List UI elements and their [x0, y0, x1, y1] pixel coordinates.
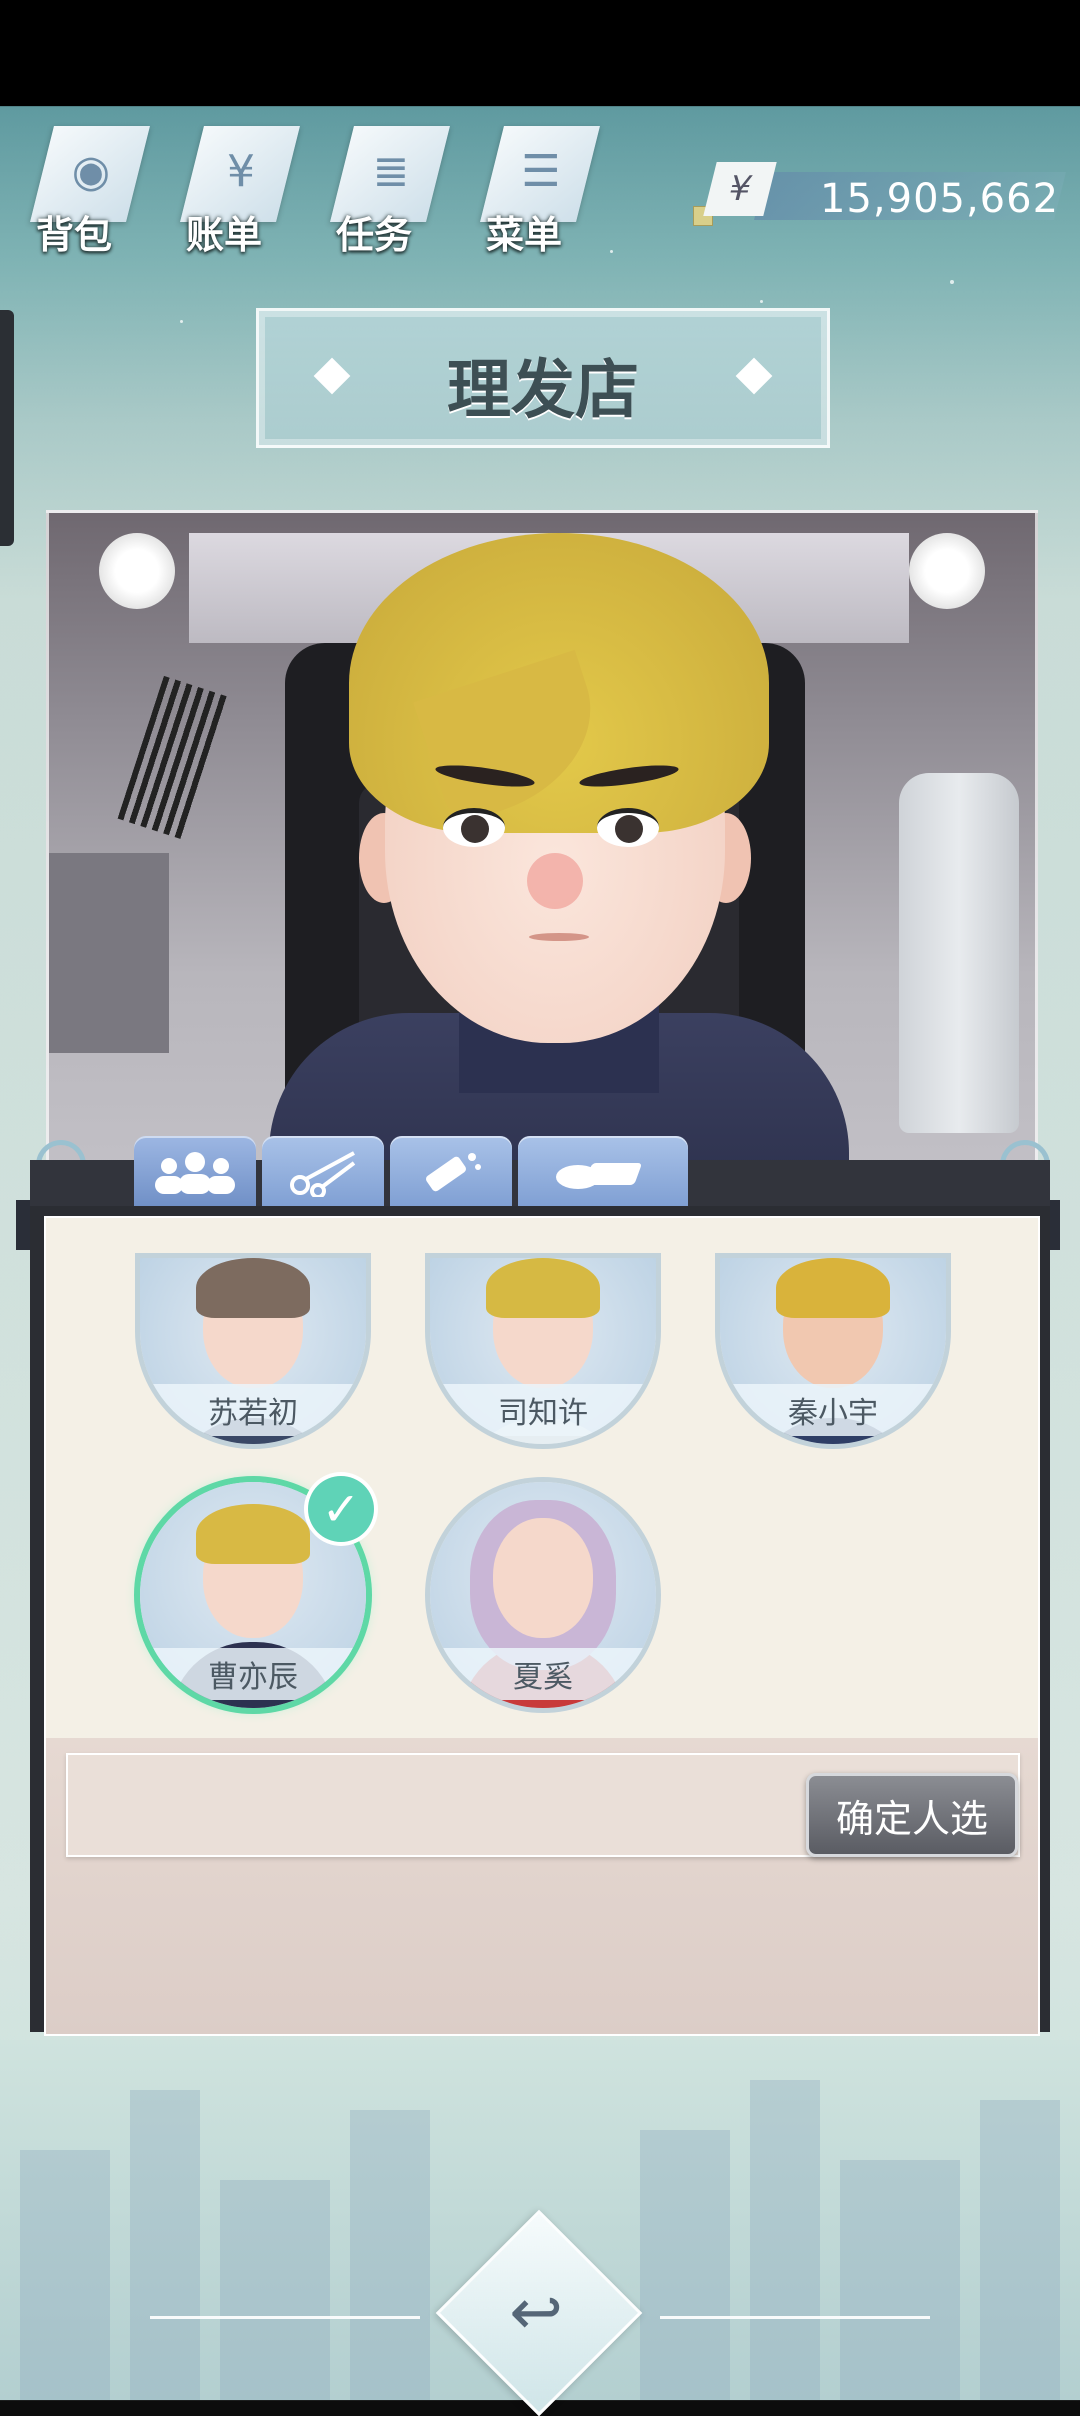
building: [980, 2100, 1060, 2400]
status-bar: [0, 0, 1080, 106]
decor-line: [150, 2316, 420, 2319]
sparkle: [760, 300, 763, 303]
menu-backpack-button[interactable]: ◉ 背包: [22, 118, 162, 258]
side-handle[interactable]: [0, 310, 14, 546]
building: [640, 2130, 730, 2400]
character-card[interactable]: 夏奚: [430, 1482, 656, 1708]
building: [130, 2090, 200, 2400]
building: [840, 2160, 960, 2400]
mouth: [529, 933, 589, 941]
bill-icon: ¥: [227, 145, 255, 197]
character-card[interactable]: 司知许: [430, 1258, 656, 1444]
spray-icon: [426, 1153, 481, 1192]
menu-icon: ☰: [521, 145, 561, 197]
money-display: ¥ 15,905,662: [690, 162, 1066, 226]
character-panel: 苏若初 司知许 秦小宇 曹亦辰 ✓ 夏奚 确定人选: [30, 1206, 1050, 2036]
backpack-icon: ◉: [71, 145, 111, 197]
character-name: 秦小宇: [788, 1396, 878, 1431]
character-hair: [196, 1504, 310, 1564]
character-card[interactable]: 苏若初: [140, 1258, 366, 1444]
back-icon: ↩: [509, 2276, 563, 2350]
menu-task-button[interactable]: ≣ 任务: [322, 118, 462, 258]
money-value: 15,905,662: [820, 176, 1060, 222]
menu-label: 背包: [36, 213, 113, 257]
paper-sheet: 苏若初 司知许 秦小宇 曹亦辰 ✓ 夏奚 确定人选: [44, 1216, 1040, 2036]
comb-icon: [117, 675, 231, 841]
character-name: 夏奚: [513, 1660, 573, 1695]
nose: [527, 853, 583, 909]
sparkle: [950, 280, 954, 284]
light-bulb: [99, 533, 175, 609]
tab-styling[interactable]: [390, 1136, 512, 1208]
makeup-icon: [556, 1163, 641, 1189]
building: [350, 2110, 430, 2400]
menu-bill-button[interactable]: ¥ 账单: [172, 118, 312, 258]
menu-label: 账单: [186, 213, 263, 257]
tab-makeup[interactable]: [518, 1136, 688, 1208]
character-name: 苏若初: [208, 1396, 298, 1431]
character-head: [493, 1518, 593, 1638]
character-card[interactable]: 秦小宇: [720, 1258, 946, 1444]
menu-label: 菜单: [486, 213, 563, 257]
check-icon: ✓: [308, 1476, 374, 1542]
eye: [443, 808, 505, 847]
scissors-icon: [290, 1151, 356, 1197]
tool-cup: [49, 853, 169, 1053]
eye: [597, 808, 659, 847]
tab-haircut[interactable]: [262, 1136, 384, 1208]
light-bulb: [909, 533, 985, 609]
title-plate: 理发店: [256, 308, 830, 448]
menu-menu-button[interactable]: ☰ 菜单: [472, 118, 612, 258]
page-title: 理发店: [447, 354, 639, 428]
bottle: [899, 773, 1019, 1133]
building: [20, 2150, 110, 2400]
character-hair: [776, 1258, 890, 1318]
decor-line: [660, 2316, 930, 2319]
confirm-selection-button[interactable]: 确定人选: [806, 1773, 1018, 1857]
character-portrait: [46, 510, 1038, 1176]
character-name: 曹亦辰: [208, 1660, 298, 1695]
character-hair: [196, 1258, 310, 1318]
menu-label: 任务: [336, 213, 413, 257]
people-icon: [155, 1152, 235, 1194]
tab-characters[interactable]: [134, 1136, 256, 1208]
character-name: 司知许: [498, 1396, 588, 1431]
building: [220, 2180, 330, 2400]
character-hair: [486, 1258, 600, 1318]
selection-bar: 确定人选: [66, 1753, 1020, 1857]
sparkle: [180, 320, 183, 323]
building: [750, 2080, 820, 2400]
task-icon: ≣: [372, 145, 410, 197]
